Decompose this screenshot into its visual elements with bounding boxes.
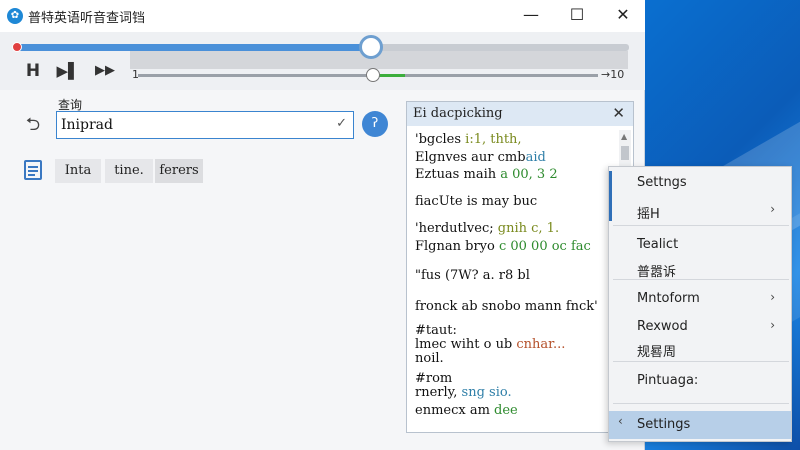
dictionary-text: #taut: — [415, 323, 457, 338]
menu-item[interactable]: 规晷周 — [609, 337, 791, 361]
menu-item-label: 规晷周 — [637, 345, 677, 360]
menu-item[interactable]: 普嚣诉 — [609, 257, 791, 281]
close-button[interactable]: ✕ — [600, 0, 646, 32]
title-bar: ✿ 普特英语听音查词铛 — ☐ ✕ — [0, 0, 645, 32]
dictionary-text: 'bgcles — [415, 132, 466, 147]
play-next-icon: ▶▌ — [56, 62, 80, 80]
minimize-button[interactable]: — — [508, 0, 554, 32]
menu-item[interactable]: ‹ Settings — [609, 411, 791, 439]
menu-item[interactable]: Pintuaga: — [609, 369, 791, 393]
lookup-button[interactable]: ʔ — [362, 111, 388, 137]
dictionary-line: 'herdutlvec; gnih c, 1. — [415, 221, 559, 236]
menu-item[interactable]: Rexwod › — [609, 315, 791, 339]
dictionary-text: aid — [525, 150, 546, 165]
main-seek-bar[interactable] — [12, 35, 629, 59]
dictionary-text: dee — [494, 403, 518, 418]
tab-inta[interactable]: Inta — [55, 159, 101, 183]
scrub-end-label: →10 — [601, 68, 625, 81]
menu-item-label: Pintuaga: — [637, 373, 699, 388]
dictionary-popup: Ei dacpicking ✕ 'bgcles i:1, thth, Elgnve… — [406, 101, 634, 433]
app-logo-icon: ✿ — [7, 8, 23, 24]
dictionary-line: Eztuas maih a 00, 3 2 — [415, 167, 558, 182]
dictionary-line: fiacUte is may buc — [415, 194, 537, 209]
menu-item[interactable]: Mntoform › — [609, 287, 791, 311]
audio-player: H ▶▌ ▶▶ 1 →10 — [0, 32, 645, 90]
tab-tine[interactable]: tine. — [105, 159, 153, 183]
menu-separator — [613, 225, 789, 226]
dictionary-text: c 00 00 oc fac — [498, 239, 591, 254]
position-slider[interactable] — [138, 68, 598, 82]
check-icon[interactable]: ✓ — [336, 116, 347, 131]
dictionary-text: fiacUte is may buc — [415, 194, 538, 209]
context-menu: Settngs 摇H › Tealict 普嚣诉 Mntoform › Rexwod › 规晷周 P… — [608, 166, 792, 442]
app-window: ✿ 普特英语听音查词铛 — ☐ ✕ H ▶▌ ▶▶ 1 →10 查询 ⮌ ✓ ʔ… — [0, 0, 645, 450]
dictionary-title: Ei dacpicking — [413, 106, 503, 121]
dictionary-text: a 00, 3 2 — [500, 167, 558, 182]
dictionary-text: rnerly, — [415, 385, 462, 400]
maximize-button[interactable]: ☐ — [554, 0, 600, 32]
dictionary-text: lmec wiht o ub — [415, 337, 517, 352]
main-seek-knob[interactable] — [358, 35, 383, 59]
chevron-right-icon: › — [770, 318, 775, 332]
seek-start-marker — [12, 42, 22, 52]
close-icon[interactable]: ✕ — [612, 104, 625, 122]
chevron-left-icon: ‹ — [618, 414, 623, 428]
dictionary-line: #rom — [415, 371, 452, 386]
window-title: 普特英语听音查词铛 — [28, 11, 146, 26]
dictionary-line: #taut: — [415, 323, 457, 338]
play-next-button[interactable]: ▶▌ — [53, 58, 83, 84]
menu-item-label: Mntoform — [637, 291, 700, 306]
stop-icon: H — [25, 61, 41, 81]
dictionary-text: 'herdutlvec; — [415, 221, 498, 236]
dictionary-text: Flgnan bryo — [415, 239, 499, 254]
dictionary-text: noil. — [415, 351, 444, 366]
dictionary-text: Elgnves aur cmb — [415, 150, 526, 165]
scroll-up-icon[interactable]: ▲ — [621, 132, 627, 141]
menu-item-label: Settngs — [637, 175, 687, 190]
menu-separator — [613, 403, 789, 404]
menu-item-label: Tealict — [637, 237, 679, 252]
dictionary-text: "fus (7W? a. r8 bl — [415, 268, 530, 283]
menu-item[interactable]: Settngs — [609, 171, 791, 195]
dictionary-line: rnerly, sng sio. — [415, 385, 512, 400]
position-slider-knob[interactable] — [365, 68, 380, 82]
dictionary-line: fronck ab snobo mann fnck' — [415, 299, 598, 314]
chevron-right-icon: › — [770, 290, 775, 304]
dictionary-line: noil. — [415, 351, 444, 366]
dictionary-line: Elgnves aur cmbaid — [415, 150, 546, 165]
fast-forward-button[interactable]: ▶▶ — [90, 58, 120, 84]
menu-item-label: Rexwod — [637, 319, 688, 334]
dictionary-text: fronck ab snobo mann fnck' — [415, 299, 598, 314]
dictionary-text: i:1, thth, — [465, 132, 522, 147]
menu-item-label: Settings — [637, 417, 691, 432]
dictionary-text: #rom — [415, 371, 453, 386]
menu-item[interactable]: 摇H › — [609, 199, 791, 223]
menu-item-label: 普嚣诉 — [637, 265, 677, 280]
tab-ferers[interactable]: ferers — [155, 159, 203, 183]
dictionary-line: "fus (7W? a. r8 bl — [415, 268, 530, 283]
menu-item[interactable]: Tealict — [609, 233, 791, 257]
document-icon[interactable] — [24, 160, 42, 180]
search-field[interactable]: ✓ — [56, 111, 354, 139]
dictionary-line: 'bgcles i:1, thth, — [415, 132, 522, 147]
swap-icon[interactable]: ⮌ — [22, 114, 44, 136]
menu-item-label: 摇H — [637, 207, 660, 222]
dictionary-line: Flgnan bryo c 00 00 oc fac — [415, 239, 591, 254]
scroll-thumb[interactable] — [621, 146, 629, 160]
dictionary-text: Eztuas maih — [415, 167, 501, 182]
menu-separator — [613, 361, 789, 362]
dictionary-header: Ei dacpicking ✕ — [407, 102, 633, 126]
dictionary-text: gnih c, 1. — [497, 221, 560, 236]
dictionary-text: cnhar... — [516, 337, 566, 352]
dictionary-text: enmecx am — [415, 403, 495, 418]
dictionary-line: lmec wiht o ub cnhar... — [415, 337, 565, 352]
main-seek-fill — [14, 44, 371, 51]
dictionary-line: enmecx am dee — [415, 403, 518, 418]
search-input[interactable] — [61, 115, 321, 135]
chevron-right-icon: › — [770, 202, 775, 216]
stop-button[interactable]: H — [18, 58, 48, 84]
fast-forward-icon: ▶▶ — [95, 63, 115, 78]
dictionary-text: sng sio. — [461, 385, 512, 400]
